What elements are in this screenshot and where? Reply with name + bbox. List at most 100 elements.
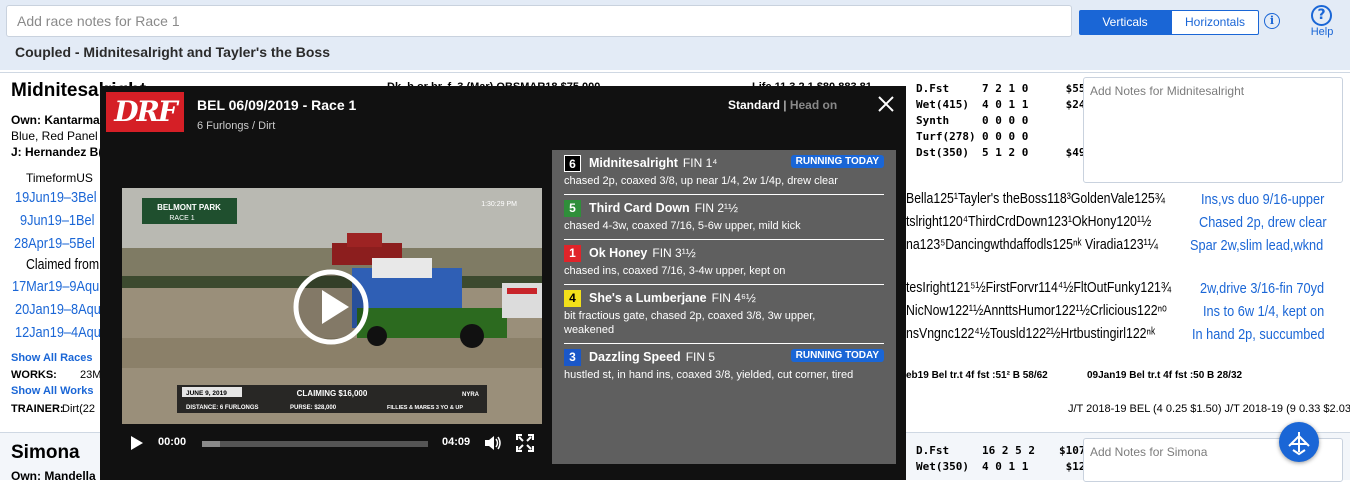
horse-name[interactable]: Simona [11,442,80,464]
video-player[interactable]: BELMONT PARK RACE 1 1:30:29 PM JUNE 9, 2… [122,188,542,424]
program-number: 3 [564,348,581,366]
silks-text: Blue, Red Panel [11,129,98,143]
horse-notes-input[interactable] [1083,77,1343,183]
show-all-races-link[interactable]: Show All Races [11,352,93,364]
fullscreen-icon[interactable] [516,434,534,452]
program-number: 6 [564,154,581,172]
horizontals-button[interactable]: Horizontals [1171,10,1259,35]
coupled-entry-text: Coupled - Midnitesalright and Tayler's t… [15,44,330,60]
race-subtitle: 6 Furlongs / Dirt [197,120,276,132]
runner-row: 6 Midnitesalright FIN 1⁴ RUNNING TODAY c… [564,150,884,195]
progress-fill [202,441,221,447]
finish-position: FIN 3¹½ [652,246,696,260]
pp-date[interactable]: 20Jan19–8Aqu [15,301,101,318]
pp-field: Bella125¹Tayler's theBoss118³GoldenVale1… [906,190,1165,207]
race-notes-input[interactable] [6,5,1072,37]
drf-logo: DRF [106,92,184,132]
program-number: 5 [564,199,581,217]
volume-icon[interactable] [484,435,502,451]
runner-row: 1 Ok Honey FIN 3¹½ chased ins, coaxed 7/… [564,240,884,285]
race-title: BEL 06/09/2019 - Race 1 [197,97,357,113]
pp-date[interactable]: 19Jun19–3Bel [15,189,97,206]
running-today-badge: RUNNING TODAY [790,155,884,168]
show-all-works-link[interactable]: Show All Works [11,385,94,397]
finish-position: FIN 4⁶½ [711,291,756,305]
trainer-label: TRAINER: [11,403,64,415]
pp-comment: Ins,vs duo 9/16-upper [1201,191,1325,208]
runner-name: Midnitesalright [589,156,678,170]
finish-position: FIN 5 [685,350,716,364]
runner-name: Ok Honey [589,246,648,260]
runner-comment: chased ins, coaxed 7/16, 3-4w upper, kep… [564,265,786,277]
finish-position: FIN 2¹½ [694,201,739,215]
runner-comment: hustled st, in hand ins, coaxed 3/8, yie… [564,369,854,381]
pp-comment: Chased 2p, drew clear [1199,214,1327,231]
owner-text: Own: Kantarmac [11,113,107,127]
share-fab[interactable] [1279,422,1319,462]
progress-bar[interactable] [202,441,428,447]
expand-arrows-icon [1288,432,1310,456]
trainer-value: Dirt(22 [62,403,96,415]
purse-caption: PURSE: $28,000 [290,405,337,411]
program-number: 4 [564,289,581,307]
pp-date[interactable]: 9Jun19–1Bel [20,212,94,229]
finish-position: FIN 1⁴ [682,156,718,170]
timeform-label: TimeformUS [26,171,93,185]
current-time: 00:00 [158,436,187,448]
conditions-caption: FILLIES & MARES 3 YO & UP [387,405,463,411]
pp-date[interactable]: 12Jan19–4Aqu [15,324,101,341]
pp-comment: In hand 2p, succumbed [1192,326,1325,343]
runner-name: She's a Lumberjane [589,291,707,305]
runner-comment: bit fractious gate, chased 2p, coaxed 3/… [564,310,816,336]
work-entry: eb19 Bel tr.t 4f fst :51² B 58/62 [906,370,1048,381]
race-badge: RACE 1 [169,215,194,222]
view-standard[interactable]: Standard [728,98,780,112]
nyra-logo: NYRA [462,392,480,398]
claimed-text: Claimed from [26,256,100,273]
pp-date[interactable]: 17Mar19–9Aqu [12,278,99,295]
help-label[interactable]: Help [1306,26,1338,38]
video-controls: 00:00 04:09 [122,432,542,454]
running-today-badge: RUNNING TODAY [790,349,884,362]
pp-field: NicNow122¹½AnnttsHumor122¹½Crlicious122ⁿ… [906,302,1167,319]
info-icon[interactable]: i [1264,13,1280,29]
video-date: JUNE 9, 2019 [186,390,227,397]
view-head-on[interactable]: Head on [790,98,837,112]
video-clock: 1:30:29 PM [481,201,517,208]
claiming-caption: CLAIMING $16,000 [297,389,368,398]
jockey-text: J: Hernandez B( [11,145,103,159]
runner-name: Third Card Down [589,201,690,215]
jt-stats: J/T 2018-19 BEL (4 0.25 $1.50) J/T 2018-… [1068,403,1350,415]
pp-field: tesIright121⁵½FirstForvr114⁴½FltOutFunky… [906,279,1172,296]
pp-field: nsVngnc122⁴½Tousld122²½Hrtbustingirl122ⁿ… [906,325,1156,342]
pp-date[interactable]: 28Apr19–5Bel [14,235,95,252]
runner-name: Dazzling Speed [589,350,681,364]
pp-field: tslright120⁴ThirdCrdDown123¹OkHony120¹½ [906,213,1152,230]
close-icon[interactable] [876,94,896,114]
top-bar: Verticals Horizontals i ? Help Coupled -… [0,0,1350,70]
total-time: 04:09 [442,436,471,448]
works-label: WORKS: [11,369,57,381]
runner-row: 4 She's a Lumberjane FIN 4⁶½ bit fractio… [564,285,884,344]
work-entry: 09Jan19 Bel tr.t 4f fst :50 B 28/32 [1087,370,1243,381]
layout-toggle: Verticals Horizontals [1079,10,1259,35]
replay-modal: DRF BEL 06/09/2019 - Race 1 6 Furlongs /… [100,86,906,480]
runner-row: 5 Third Card Down FIN 2¹½ chased 4-3w, c… [564,195,884,240]
help-icon[interactable]: ? [1311,5,1332,26]
runner-comment: chased 4-3w, coaxed 7/16, 5-6w upper, mi… [564,220,801,232]
distance-caption: DISTANCE: 6 FURLONGS [186,405,259,411]
runner-row: 3 Dazzling Speed FIN 5 RUNNING TODAY hus… [564,344,884,388]
runner-comment: chased 2p, coaxed 3/8, up near 1/4, 2w 1… [564,175,838,187]
play-icon[interactable] [130,435,144,451]
camera-view-toggle: Standard | Head on [728,98,837,112]
view-separator: | [780,98,790,112]
pp-field: na123⁵Dancingwthdaffodls125ⁿᵏ Viradia123… [906,236,1158,253]
pp-comment: Ins to 6w 1/4, kept on [1203,303,1325,320]
race-chart-comments: 6 Midnitesalright FIN 1⁴ RUNNING TODAY c… [552,150,896,464]
pp-comment: 2w,drive 3/16-fin 70yd [1200,280,1325,297]
verticals-button[interactable]: Verticals [1079,10,1171,35]
play-overlay-icon[interactable] [292,268,370,346]
track-logo: BELMONT PARK [157,203,221,212]
pp-comment: Spar 2w,slim lead,wknd [1190,237,1324,254]
program-number: 1 [564,244,581,262]
